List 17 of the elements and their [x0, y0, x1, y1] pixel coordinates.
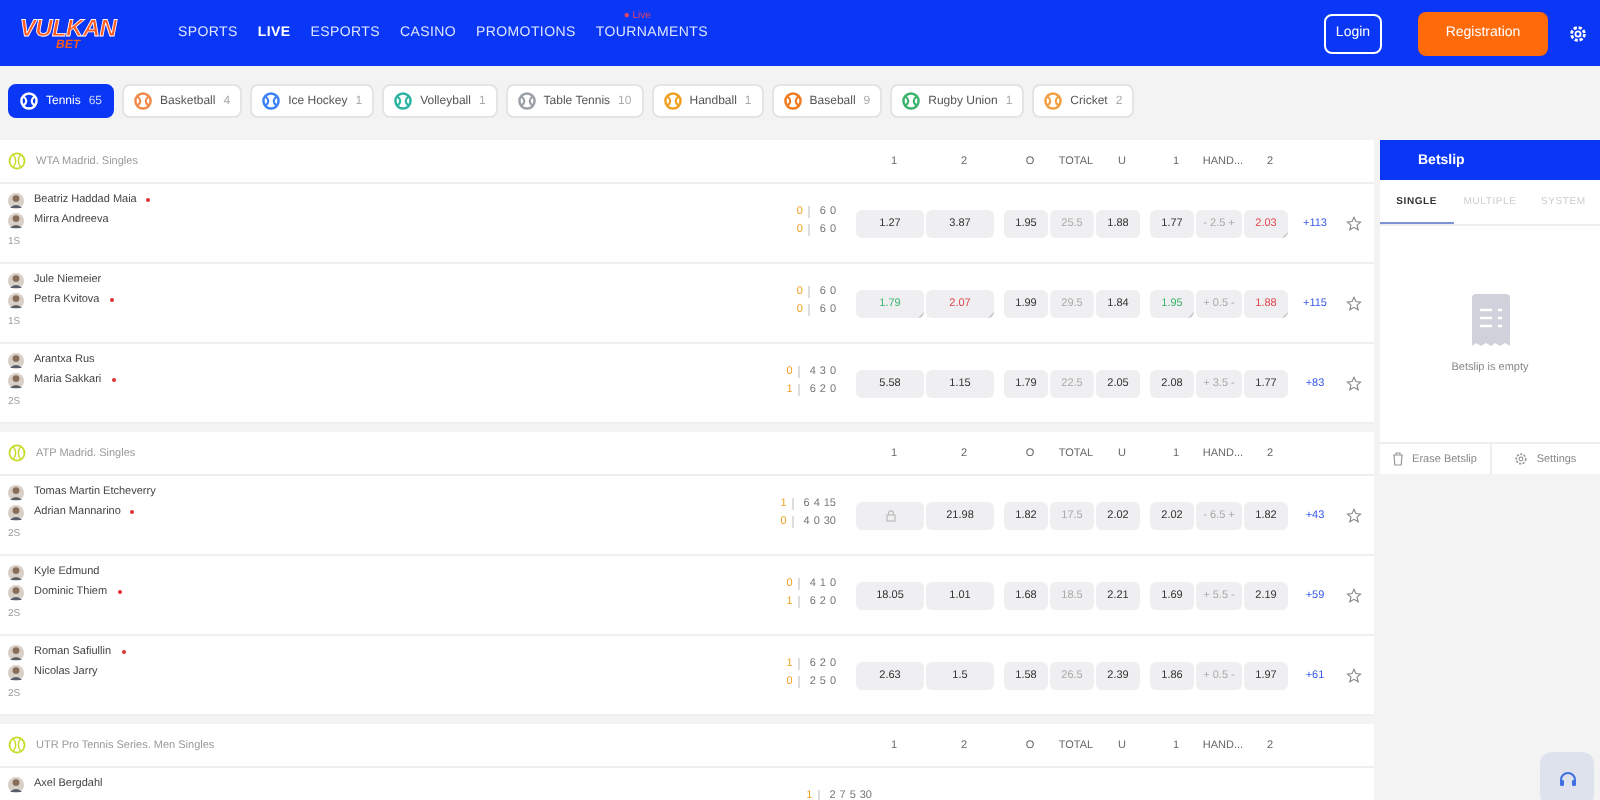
support-button[interactable]: [1540, 752, 1594, 800]
tennis-ball-icon: [8, 152, 26, 170]
avatar-icon: [8, 775, 24, 793]
lock-icon: [885, 509, 895, 521]
tennis-ball-icon: [8, 736, 26, 754]
star-icon[interactable]: [1346, 295, 1362, 311]
star-icon[interactable]: [1346, 667, 1362, 683]
star-icon[interactable]: [1346, 375, 1362, 391]
star-icon[interactable]: [1346, 587, 1362, 603]
settings-icon[interactable]: [1568, 23, 1588, 43]
settings-icon: [1514, 452, 1529, 466]
receipt-icon: [1469, 294, 1511, 350]
headset-icon: [1557, 769, 1577, 789]
trash-icon: [1392, 452, 1405, 466]
star-icon[interactable]: [1346, 215, 1362, 231]
tennis-ball-icon: [8, 444, 26, 462]
star-icon[interactable]: [1346, 507, 1362, 523]
